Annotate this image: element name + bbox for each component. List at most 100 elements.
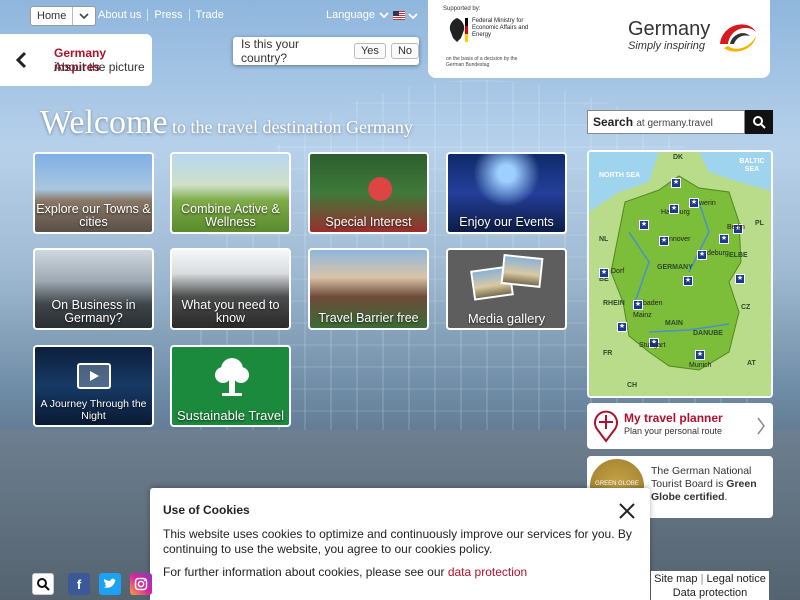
tile-caption[interactable]: Special Interest [325, 216, 411, 229]
about-us-link[interactable]: About us [92, 9, 147, 21]
footer-search-button[interactable] [32, 573, 54, 595]
tile-caption[interactable]: On Business in Germany? [35, 299, 152, 325]
press-link[interactable]: Press [147, 9, 188, 21]
facebook-icon[interactable]: f [68, 573, 90, 595]
sitemap-link[interactable]: Site map [654, 573, 697, 585]
play-video-icon[interactable] [77, 363, 111, 389]
tile-caption[interactable]: Media gallery [468, 312, 545, 325]
map-city[interactable]: Mainz [633, 312, 652, 319]
tile-caption[interactable]: Combine Active & Wellness [172, 203, 289, 229]
map-star-icon[interactable]: ★ [669, 204, 679, 214]
language-label[interactable]: Language [326, 9, 375, 21]
planner-title[interactable]: My travel planner [624, 411, 723, 425]
photos-icon [470, 253, 544, 304]
search-button[interactable] [745, 110, 773, 134]
map-star-icon[interactable]: ★ [683, 276, 693, 286]
tile-special-interest[interactable]: Special Interest [308, 152, 429, 234]
map-star-icon[interactable]: ★ [695, 350, 705, 360]
tile-barrier-free[interactable]: Travel Barrier free [308, 248, 429, 330]
data-protection-footer-link[interactable]: Data protection [673, 587, 748, 599]
trade-link[interactable]: Trade [188, 9, 230, 21]
chevron-down-icon[interactable] [379, 11, 389, 19]
tile-sustainable-travel[interactable]: Sustainable Travel [170, 345, 291, 427]
inspires-subtitle[interactable]: About the picture [54, 60, 145, 74]
green-globe-text: The German National Tourist Board is Gre… [651, 465, 769, 504]
close-icon[interactable] [618, 502, 636, 520]
cookie-more-prefix: For further information about cookies, p… [163, 565, 448, 579]
tile-caption[interactable]: What you need to know [172, 299, 289, 325]
map-star-icon[interactable]: ★ [599, 268, 609, 278]
welcome-big: Welcome [40, 104, 168, 141]
germany-swirl-logo-icon[interactable] [714, 14, 762, 58]
us-flag-icon[interactable] [393, 11, 405, 20]
map-city[interactable]: Munich [689, 362, 712, 369]
map-star-icon[interactable]: ★ [735, 274, 745, 284]
yes-button[interactable]: Yes [353, 43, 386, 59]
map-city[interactable]: Dorf [611, 268, 624, 275]
tile-caption[interactable]: Sustainable Travel [177, 409, 284, 422]
cookie-more: For further information about cookies, p… [163, 565, 527, 579]
ministry-label: Federal Ministry for Economic Affairs an… [472, 18, 529, 38]
brand-subtitle[interactable]: Simply inspiring [628, 40, 705, 52]
map-label: DK [673, 154, 684, 161]
tile-caption[interactable]: Travel Barrier free [318, 312, 418, 325]
map-label: GERMANY [657, 264, 693, 271]
chevron-left-icon[interactable] [14, 51, 28, 69]
twitter-icon[interactable] [99, 573, 121, 595]
search-icon[interactable] [752, 115, 766, 129]
tile-active-wellness[interactable]: Combine Active & Wellness [170, 152, 291, 234]
tile-business[interactable]: On Business in Germany? [33, 248, 154, 330]
tile-events[interactable]: Enjoy our Events [446, 152, 567, 234]
search-box[interactable]: Search at germany.travel [587, 110, 773, 134]
map-label: CH [627, 382, 638, 389]
tile-journey-night[interactable]: A Journey Through the Night [33, 345, 154, 427]
map-city[interactable]: werin [699, 200, 716, 207]
tree-icon [215, 358, 249, 396]
search-input[interactable]: Search at germany.travel [587, 110, 745, 134]
map-city[interactable]: baden [643, 300, 662, 307]
map-star-icon[interactable]: ★ [617, 322, 627, 332]
map-city[interactable]: Stuttgart [639, 342, 665, 349]
brand-title[interactable]: Germany [628, 18, 710, 41]
map-label: FR [603, 350, 613, 357]
map-star-icon[interactable]: ★ [719, 234, 729, 244]
germany-inspires-panel[interactable]: Germany inspires About the picture [0, 34, 152, 86]
germany-map[interactable]: NORTH SEA BALTIC SEA DK NL PL BE CZ FR A… [587, 150, 773, 398]
cookie-body: This website uses cookies to optimize an… [163, 527, 632, 556]
map-star-icon[interactable]: ★ [671, 178, 681, 188]
map-star-icon[interactable]: ★ [633, 300, 643, 310]
map-city[interactable]: Berlin [727, 224, 745, 231]
tile-media-gallery[interactable]: Media gallery [446, 248, 567, 330]
instagram-icon[interactable] [130, 573, 152, 595]
map-star-icon[interactable]: ★ [697, 250, 707, 260]
map-city[interactable]: nnover [669, 236, 690, 243]
planner-subtitle[interactable]: Plan your personal route [624, 426, 722, 436]
green-globe-text-end: . [724, 491, 728, 503]
home-button[interactable]: Home [30, 6, 97, 26]
cookie-banner: Use of Cookies This website uses cookies… [150, 488, 650, 600]
travel-planner[interactable]: My travel planner Plan your personal rou… [587, 403, 773, 449]
chevron-right-icon[interactable] [756, 416, 766, 436]
home-label[interactable]: Home [31, 7, 74, 25]
tile-caption[interactable]: Enjoy our Events [459, 216, 554, 229]
tile-caption[interactable]: A Journey Through the Night [35, 398, 152, 422]
map-star-icon[interactable]: ★ [659, 236, 669, 246]
country-prompt: Is this your country? Yes No [233, 37, 419, 65]
language-selector[interactable]: Language [326, 9, 389, 21]
country-question: Is this your country? [241, 37, 300, 65]
map-star-icon[interactable]: ★ [689, 198, 699, 208]
tile-towns-cities[interactable]: Explore our Towns & cities [33, 152, 154, 234]
no-button[interactable]: No [390, 43, 419, 59]
tile-caption[interactable]: Explore our Towns & cities [35, 203, 152, 229]
supported-by-label: Supported by: [443, 6, 481, 12]
map-label: AT [747, 360, 756, 367]
chevron-down-icon[interactable] [408, 12, 418, 20]
tile-need-to-know[interactable]: What you need to know [170, 248, 291, 330]
search-icon[interactable] [36, 577, 50, 591]
map-star-icon[interactable]: ★ [639, 220, 649, 230]
separator: | [700, 573, 704, 585]
legal-notice-link[interactable]: Legal notice [707, 573, 766, 585]
data-protection-link[interactable]: data protection [448, 565, 527, 579]
map-label: DANUBE [693, 330, 723, 337]
map-city[interactable]: deburg [707, 250, 729, 257]
